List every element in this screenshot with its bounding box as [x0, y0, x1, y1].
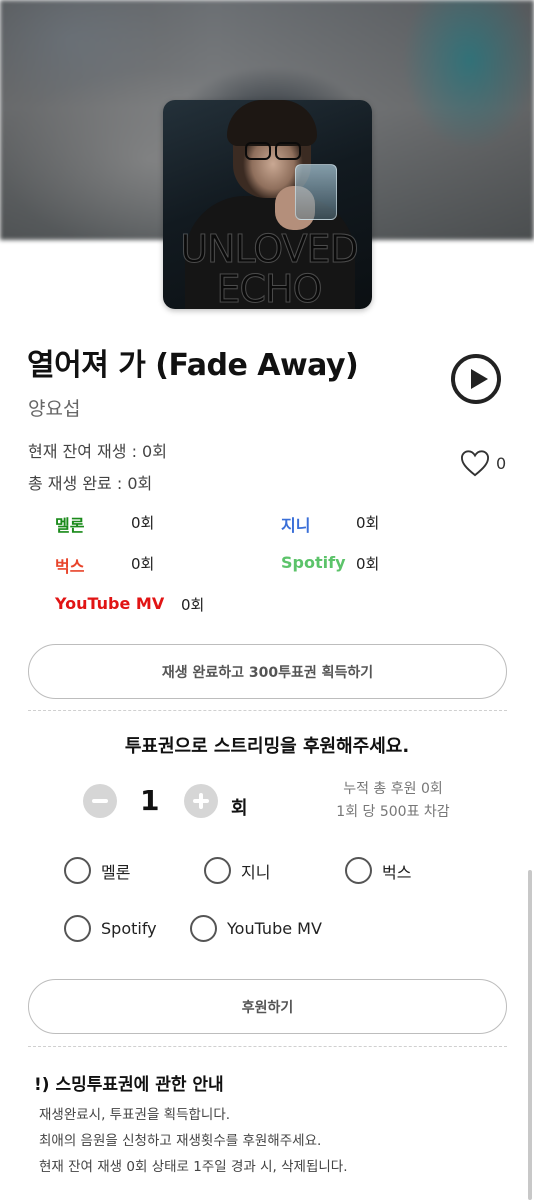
- radio-bugs[interactable]: 벅스: [345, 857, 411, 884]
- radio-label: 벅스: [382, 862, 412, 882]
- cost-per-support: 1회 당 500표 차감: [336, 804, 450, 820]
- radio-circle[interactable]: [204, 857, 231, 884]
- radio-genie[interactable]: 지니: [204, 857, 270, 884]
- platform-label-spotify: Spotify: [281, 553, 346, 572]
- support-section-title: 투표권으로 스트리밍을 후원해주세요.: [124, 736, 410, 757]
- platform-count-spotify: 0회: [356, 555, 380, 573]
- album-cover-drinking-glass: [295, 164, 337, 220]
- notice-line: 재생완료시, 투표권을 획득합니다.: [39, 1107, 231, 1123]
- notice-line: 최애의 음원을 신청하고 재생횟수를 후원해주세요.: [39, 1133, 322, 1149]
- like-button[interactable]: 0: [460, 449, 506, 477]
- support-info: 누적 총 후원 0회 1회 당 500표 차감: [318, 778, 468, 824]
- radio-label: 멜론: [101, 862, 131, 882]
- radio-label: YouTube MV: [227, 919, 322, 938]
- platform-label-youtube: YouTube MV: [55, 594, 165, 613]
- radio-circle[interactable]: [345, 857, 372, 884]
- radio-circle[interactable]: [64, 857, 91, 884]
- radio-circle[interactable]: [64, 915, 91, 942]
- platform-label-bugs: 벅스: [55, 557, 85, 576]
- heart-outline-icon: [460, 450, 490, 477]
- quantity-unit: 회: [231, 798, 248, 819]
- scrollbar[interactable]: [528, 870, 532, 1200]
- radio-spotify[interactable]: Spotify: [64, 915, 157, 942]
- quantity-value: 1: [140, 784, 160, 817]
- notice-line: 현재 잔여 재생 0회 상태로 1주일 경과 시, 삭제됩니다.: [39, 1159, 348, 1175]
- increment-button[interactable]: [184, 784, 218, 818]
- platform-count-bugs: 0회: [131, 555, 155, 573]
- notice-title: !) 스밍투표권에 관한 안내: [34, 1075, 224, 1095]
- album-cover: UNLOVED ECHO: [163, 100, 372, 309]
- like-count: 0: [496, 453, 507, 473]
- platform-label-genie: 지니: [281, 516, 311, 535]
- total-support-count: 누적 총 후원 0회: [343, 781, 443, 797]
- platform-count-melon: 0회: [131, 514, 155, 532]
- radio-label: Spotify: [101, 919, 157, 938]
- remaining-plays: 현재 잔여 재생 : 0회: [28, 442, 167, 461]
- platform-count-youtube: 0회: [181, 596, 205, 614]
- total-completed-plays: 총 재생 완료 : 0회: [28, 474, 153, 493]
- divider: [28, 1046, 507, 1047]
- radio-circle[interactable]: [190, 915, 217, 942]
- support-submit-button[interactable]: 후원하기: [28, 979, 507, 1034]
- platform-count-genie: 0회: [356, 514, 380, 532]
- album-cover-figure-hair: [227, 100, 317, 146]
- radio-youtube-mv[interactable]: YouTube MV: [190, 915, 322, 942]
- platform-label-melon: 멜론: [55, 516, 85, 535]
- radio-melon[interactable]: 멜론: [64, 857, 130, 884]
- play-button[interactable]: [451, 354, 501, 404]
- divider: [28, 710, 507, 711]
- decrement-button[interactable]: [83, 784, 117, 818]
- reward-button[interactable]: 재생 완료하고 300투표권 획득하기: [28, 644, 507, 699]
- album-cover-title: UNLOVED ECHO: [180, 227, 360, 309]
- song-title: 열어져 가 (Fade Away): [27, 348, 359, 383]
- artist-name: 양요섭: [28, 398, 81, 420]
- radio-label: 지니: [241, 862, 271, 882]
- album-cover-glasses: [241, 142, 305, 162]
